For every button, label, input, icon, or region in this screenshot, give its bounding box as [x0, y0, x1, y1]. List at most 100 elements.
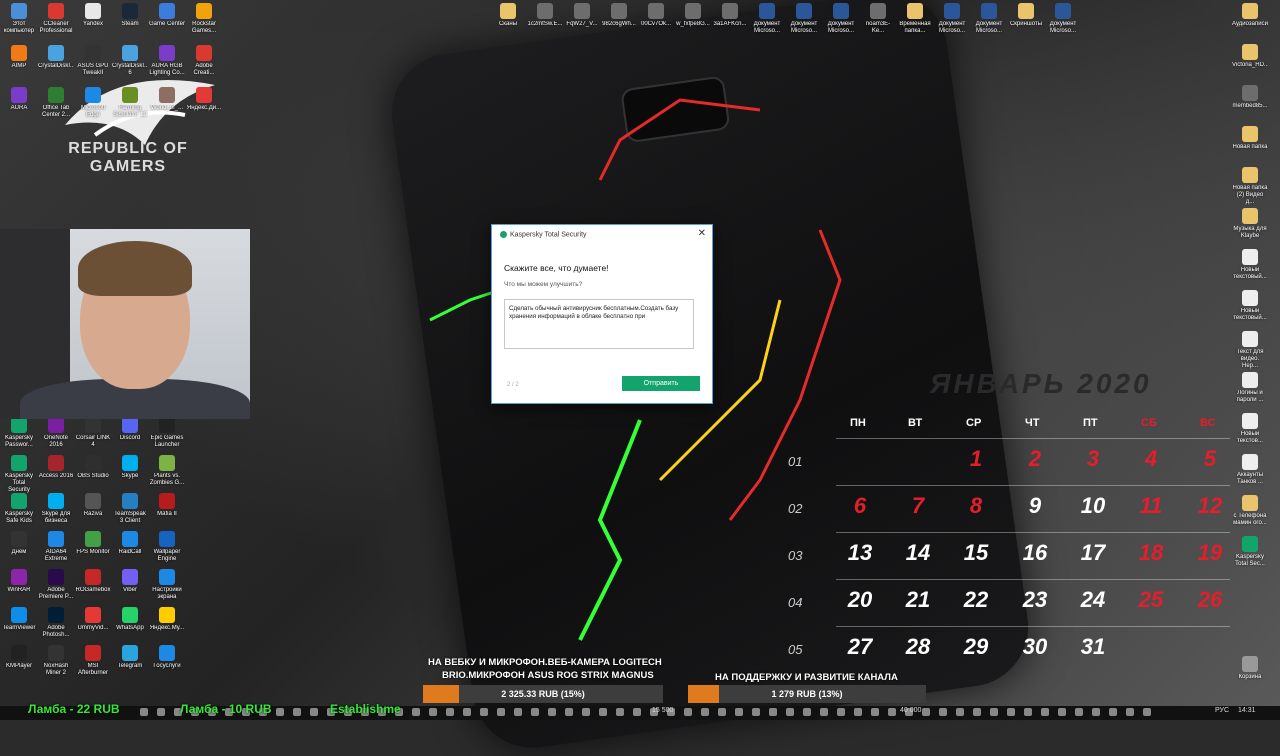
desktop-icon[interactable]: ASUS GPU TweakII — [75, 45, 111, 84]
desktop-icon[interactable]: AURA RGB Lighting Co... — [149, 45, 185, 84]
taskbar-app-icon[interactable] — [1024, 708, 1032, 716]
desktop-icon[interactable]: 982c6gWh... — [601, 3, 637, 42]
desktop-icon[interactable]: Этот компьютер — [1, 3, 37, 42]
taskbar-clock[interactable]: 14:31 — [1238, 707, 1256, 714]
taskbar-app-icon[interactable] — [684, 708, 692, 716]
desktop-icon[interactable]: Adobe Premiere P... — [38, 569, 74, 608]
desktop-icon[interactable]: Настройки экрана — [149, 569, 185, 608]
taskbar-app-icon[interactable] — [1075, 708, 1083, 716]
desktop-icon[interactable]: Днем — [1, 531, 37, 570]
desktop-icon[interactable]: CrystalDiskI... 6 — [112, 45, 148, 84]
desktop-icon[interactable]: Adobe Photosh... — [38, 607, 74, 646]
taskbar-app-icon[interactable] — [1007, 708, 1015, 716]
desktop-icon[interactable]: Farming Simulator 19 — [112, 87, 148, 126]
desktop-icon[interactable]: Skype для бизнеса — [38, 493, 74, 532]
desktop-icon[interactable]: Raziva — [75, 493, 111, 532]
taskbar-app-icon[interactable] — [888, 708, 896, 716]
desktop-icon[interactable]: Аккаунты Танков ... — [1232, 454, 1268, 493]
desktop-icon[interactable]: ROGamebox — [75, 569, 111, 608]
taskbar-app-icon[interactable] — [922, 708, 930, 716]
taskbar-app-icon[interactable] — [803, 708, 811, 716]
desktop-icon[interactable]: Telegram — [112, 645, 148, 684]
desktop-icon[interactable]: Epic Games Launcher — [149, 417, 185, 456]
desktop-icon[interactable]: 3a1AFKcn... — [712, 3, 748, 42]
desktop-icon[interactable]: Документ Microso... — [971, 3, 1007, 42]
close-icon[interactable]: ✕ — [698, 228, 706, 239]
taskbar-app-icon[interactable] — [446, 708, 454, 716]
desktop-icon[interactable]: Kaspersky Safe Kids — [1, 493, 37, 532]
taskbar-app-icon[interactable] — [1126, 708, 1134, 716]
desktop-icon[interactable]: noam3E-Ke... — [860, 3, 896, 42]
desktop-icon[interactable]: Документ Microso... — [786, 3, 822, 42]
taskbar-app-icon[interactable] — [701, 708, 709, 716]
taskbar-app-icon[interactable] — [480, 708, 488, 716]
desktop-icon[interactable]: OneNote 2016 — [38, 417, 74, 456]
desktop-icon[interactable]: WinRAR — [1, 569, 37, 608]
taskbar-app-icon[interactable] — [854, 708, 862, 716]
desktop-icon[interactable]: Discord — [112, 417, 148, 456]
desktop-icon[interactable]: CCleaner Professional — [38, 3, 74, 42]
desktop-icon[interactable]: TeamSpeak 3 Client — [112, 493, 148, 532]
taskbar-app-icon[interactable] — [531, 708, 539, 716]
desktop-icon[interactable]: WhatsApp — [112, 607, 148, 646]
desktop-icon[interactable]: 00Cv7Ok... — [638, 3, 674, 42]
desktop-icon[interactable]: 1c2mtSw.E... — [527, 3, 563, 42]
desktop-icon[interactable]: Mafia II — [149, 493, 185, 532]
desktop-icon[interactable]: Adobe Creati... — [186, 45, 222, 84]
taskbar-app-icon[interactable] — [1143, 708, 1151, 716]
taskbar-app-icon[interactable] — [973, 708, 981, 716]
desktop-icon[interactable]: Новый текстовый... — [1232, 290, 1268, 329]
desktop-icon[interactable]: Сканы — [490, 3, 526, 42]
taskbar-app-icon[interactable] — [463, 708, 471, 716]
taskbar-app-icon[interactable] — [1058, 708, 1066, 716]
desktop-icon[interactable]: Rockstar Games... — [186, 3, 222, 42]
taskbar-app-icon[interactable] — [140, 708, 148, 716]
desktop-icon[interactable]: Аудиозаписи — [1232, 3, 1268, 42]
taskbar-app-icon[interactable] — [599, 708, 607, 716]
taskbar-app-icon[interactable] — [616, 708, 624, 716]
desktop-icon[interactable]: UmmyVid... — [75, 607, 111, 646]
taskbar-app-icon[interactable] — [820, 708, 828, 716]
taskbar-app-icon[interactable] — [497, 708, 505, 716]
desktop-icon[interactable]: Office Tab Center 2... — [38, 87, 74, 126]
taskbar-app-icon[interactable] — [157, 708, 165, 716]
taskbar-app-icon[interactable] — [412, 708, 420, 716]
desktop-icon[interactable]: с Телефона мамин ого... — [1232, 495, 1268, 534]
desktop-icon[interactable]: AIMP — [1, 45, 37, 84]
taskbar-app-icon[interactable] — [939, 708, 947, 716]
desktop-icon[interactable]: Яндекс.Му... — [149, 607, 185, 646]
taskbar-app-icon[interactable] — [786, 708, 794, 716]
desktop-icon[interactable]: AURA — [1, 87, 37, 126]
desktop-icon[interactable]: Госуслуги — [149, 645, 185, 684]
taskbar-app-icon[interactable] — [1041, 708, 1049, 716]
desktop-icon[interactable]: Kaspersky Total Security — [1, 455, 37, 494]
taskbar-app-icon[interactable] — [837, 708, 845, 716]
desktop-icon[interactable]: Plants vs. Zombies G... — [149, 455, 185, 494]
desktop-icon[interactable]: Скриншоты — [1008, 3, 1044, 42]
desktop-icon[interactable]: Текст для видео. Нер... — [1232, 331, 1268, 370]
taskbar-app-icon[interactable] — [1109, 708, 1117, 716]
desktop-icon[interactable]: Game Center — [149, 3, 185, 42]
desktop-icon[interactable]: MSI Afterburner — [75, 645, 111, 684]
taskbar-app-icon[interactable] — [769, 708, 777, 716]
desktop-icon[interactable]: Яндекс.Ди... — [186, 87, 222, 126]
feedback-textarea[interactable]: Сделать обычный антивирусник бесплатным.… — [504, 299, 694, 349]
taskbar-app-icon[interactable] — [429, 708, 437, 716]
taskbar-language[interactable]: РУС — [1215, 707, 1229, 714]
desktop-icon[interactable]: Новая папка — [1232, 126, 1268, 165]
taskbar-app-icon[interactable] — [735, 708, 743, 716]
taskbar-app-icon[interactable] — [1092, 708, 1100, 716]
desktop-icon[interactable]: Yandex — [75, 3, 111, 42]
desktop-icon[interactable]: Временная папка... — [897, 3, 933, 42]
desktop-icon[interactable]: Microsoft Edge — [75, 87, 111, 126]
desktop-icon[interactable]: NoxHash Miner 2 — [38, 645, 74, 684]
desktop-icon[interactable]: World_of_... — [149, 87, 185, 126]
desktop-icon[interactable]: Логины и пароли ... — [1232, 372, 1268, 411]
desktop-icon[interactable]: membed85... — [1232, 85, 1268, 124]
desktop-icon[interactable]: Музыка для Klaybe — [1232, 208, 1268, 247]
desktop-icon[interactable]: TeamViewer — [1, 607, 37, 646]
desktop-icon[interactable]: RaidCall — [112, 531, 148, 570]
desktop-icon[interactable]: Новая папка (2) Видео д... — [1232, 167, 1268, 206]
desktop-icon[interactable]: Kaspersky Passwor... — [1, 417, 37, 456]
desktop-icon[interactable]: AIDA64 Extreme — [38, 531, 74, 570]
